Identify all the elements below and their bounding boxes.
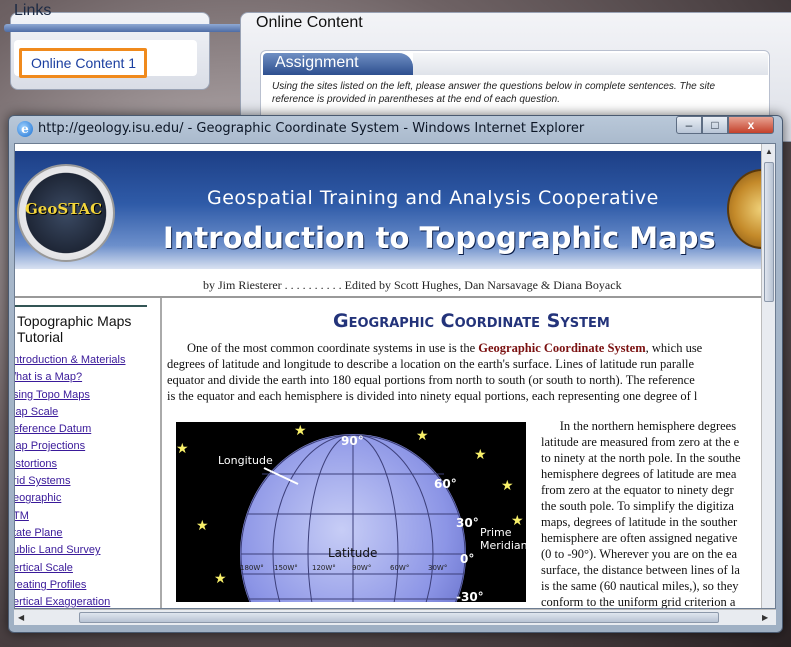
sidebar-link[interactable]: /hat is a Map? — [15, 369, 126, 386]
tutorial-sidebar: Topographic Maps Tutorial ntroduction & … — [15, 302, 160, 608]
scroll-left-arrow-icon[interactable]: ◀ — [18, 613, 24, 622]
star-icon: ★ — [501, 477, 514, 493]
hemisphere-line: is the same (60 nautical miles,), so the… — [541, 579, 739, 593]
hemisphere-line: surface, the distance between lines of l… — [541, 563, 740, 577]
deg-90-label: 90° — [341, 434, 364, 448]
online-content-title: Online Content — [256, 14, 363, 31]
minimize-button[interactable]: – — [676, 116, 702, 134]
star-icon: ★ — [176, 440, 189, 456]
hemisphere-line: from zero at the equator to ninety degr — [541, 483, 734, 497]
star-icon: ★ — [196, 517, 209, 533]
hemisphere-line: hemisphere degrees of latitude are mea — [541, 467, 737, 481]
banner-subtitle: Geospatial Training and Analysis Coopera… — [207, 187, 659, 209]
horizontal-scroll-thumb[interactable] — [79, 612, 719, 623]
star-icon: ★ — [214, 570, 227, 586]
intro-line: One of the most common coordinate system… — [187, 341, 703, 355]
ie-e-icon: e — [17, 121, 33, 137]
vertical-scrollbar[interactable]: ▲ — [761, 144, 775, 608]
online-content-1-link[interactable]: Online Content 1 — [19, 48, 147, 78]
globe-figure: ★ ★ ★ ★ ★ ★ ★ ★ Longitude 90° 60° 30° 0°… — [176, 422, 526, 602]
geostac-logo-text: GeoSTAC — [25, 200, 103, 218]
sidebar-rule — [15, 305, 147, 307]
sidebar-link[interactable]: ertical Exaggeration — [15, 594, 126, 608]
longitude-pointer — [263, 467, 299, 485]
intro-line: is the equator and each hemisphere is di… — [167, 389, 698, 403]
deg-30-label: 30° — [456, 516, 479, 530]
assignment-instructions: Using the sites listed on the left, plea… — [272, 81, 716, 105]
intro-line: equator and divide the earth into 180 eq… — [167, 373, 695, 387]
latitude-label: Latitude — [328, 546, 378, 560]
page-heading: Geographic Coordinate System — [333, 310, 610, 332]
sidebar-link[interactable]: ntroduction & Materials — [15, 352, 126, 369]
links-title: Links — [14, 2, 52, 19]
sidebar-link[interactable]: sing Topo Maps — [15, 387, 126, 404]
star-icon: ★ — [511, 512, 524, 528]
sidebar-link[interactable]: rid Systems — [15, 473, 126, 490]
sidebar-title-line2: Tutorial — [17, 329, 64, 345]
lon-label: 180W° — [240, 564, 264, 572]
content-divider — [160, 298, 162, 608]
intro-paragraph: One of the most common coordinate system… — [167, 340, 767, 404]
lon-label: 60W° — [390, 564, 410, 572]
deg-minus30-label: -30° — [456, 590, 484, 602]
prime-meridian-label-2: Meridian — [480, 539, 526, 552]
hemisphere-paragraph: In the northern hemisphere degrees latit… — [541, 418, 775, 609]
deg-60-label: 60° — [434, 477, 457, 491]
sidebar-title-line1: Topographic Maps — [17, 313, 132, 329]
assignment-tab[interactable]: Assignment — [263, 53, 413, 75]
sidebar-link[interactable]: ertical Scale — [15, 560, 126, 577]
horizontal-scrollbar[interactable]: ◀ ▶ — [14, 609, 776, 625]
prime-meridian-label-1: Prime — [480, 526, 512, 539]
hemisphere-line: maps, degrees of latitude in the souther — [541, 515, 738, 529]
star-icon: ★ — [474, 446, 487, 462]
globe-image — [240, 434, 466, 602]
close-button[interactable]: x — [728, 116, 774, 134]
vertical-scroll-thumb[interactable] — [764, 162, 774, 302]
sidebar-links: ntroduction & Materials /hat is a Map? s… — [15, 352, 126, 608]
hemisphere-line: In the northern hemisphere degrees — [541, 419, 737, 433]
sidebar-link[interactable]: TM — [15, 508, 126, 525]
hemisphere-line: the south pole. To simplify the digitiza — [541, 499, 734, 513]
intro-line: degrees of latitude and longitude to des… — [167, 357, 695, 371]
hemisphere-line: conform to the uniform grid criterion a — [541, 595, 736, 609]
sidebar-link[interactable]: tate Plane — [15, 525, 126, 542]
sidebar-link[interactable]: eographic — [15, 490, 126, 507]
browser-viewport: Geospatial Training and Analysis Coopera… — [14, 143, 776, 609]
sidebar-link[interactable]: ublic Land Survey — [15, 542, 126, 559]
sidebar-link[interactable]: istortions — [15, 456, 126, 473]
lon-label: 90W° — [352, 564, 372, 572]
star-icon: ★ — [294, 422, 307, 438]
maximize-button[interactable]: □ — [702, 116, 728, 134]
scroll-up-arrow-icon[interactable]: ▲ — [765, 147, 773, 156]
hemisphere-line: to ninety at the north pole. In the sout… — [541, 451, 741, 465]
site-banner: Geospatial Training and Analysis Coopera… — [15, 151, 763, 269]
intro-bold-term: Geographic Coordinate System — [478, 341, 646, 355]
globe-grid — [240, 434, 466, 602]
sidebar-link[interactable]: eference Datum — [15, 421, 126, 438]
star-icon: ★ — [416, 427, 429, 443]
banner-title: Introduction to Topographic Maps — [163, 221, 716, 255]
assignment-header-strip — [413, 53, 768, 75]
deg-0-label: 0° — [460, 552, 475, 566]
lon-label: 120W° — [312, 564, 336, 572]
lon-label: 150W° — [274, 564, 298, 572]
sidebar-link[interactable]: lap Projections — [15, 438, 126, 455]
hemisphere-line: (0 to -90°). Wherever you are on the ea — [541, 547, 738, 561]
sidebar-link[interactable]: lap Scale — [15, 404, 126, 421]
sidebar-link[interactable]: reating Profiles — [15, 577, 126, 594]
byline: by Jim Riesterer . . . . . . . . . . Edi… — [203, 278, 622, 292]
hemisphere-line: hemisphere are often assigned negative — [541, 531, 738, 545]
window-title: http://geology.isu.edu/ - Geographic Coo… — [38, 121, 585, 136]
sidebar-title: Topographic Maps Tutorial — [17, 313, 131, 345]
main-content: Geographic Coordinate System One of the … — [165, 298, 775, 609]
scroll-right-arrow-icon[interactable]: ▶ — [762, 613, 768, 622]
hemisphere-line: latitude are measured from zero at the e — [541, 435, 740, 449]
lon-label: 30W° — [428, 564, 448, 572]
